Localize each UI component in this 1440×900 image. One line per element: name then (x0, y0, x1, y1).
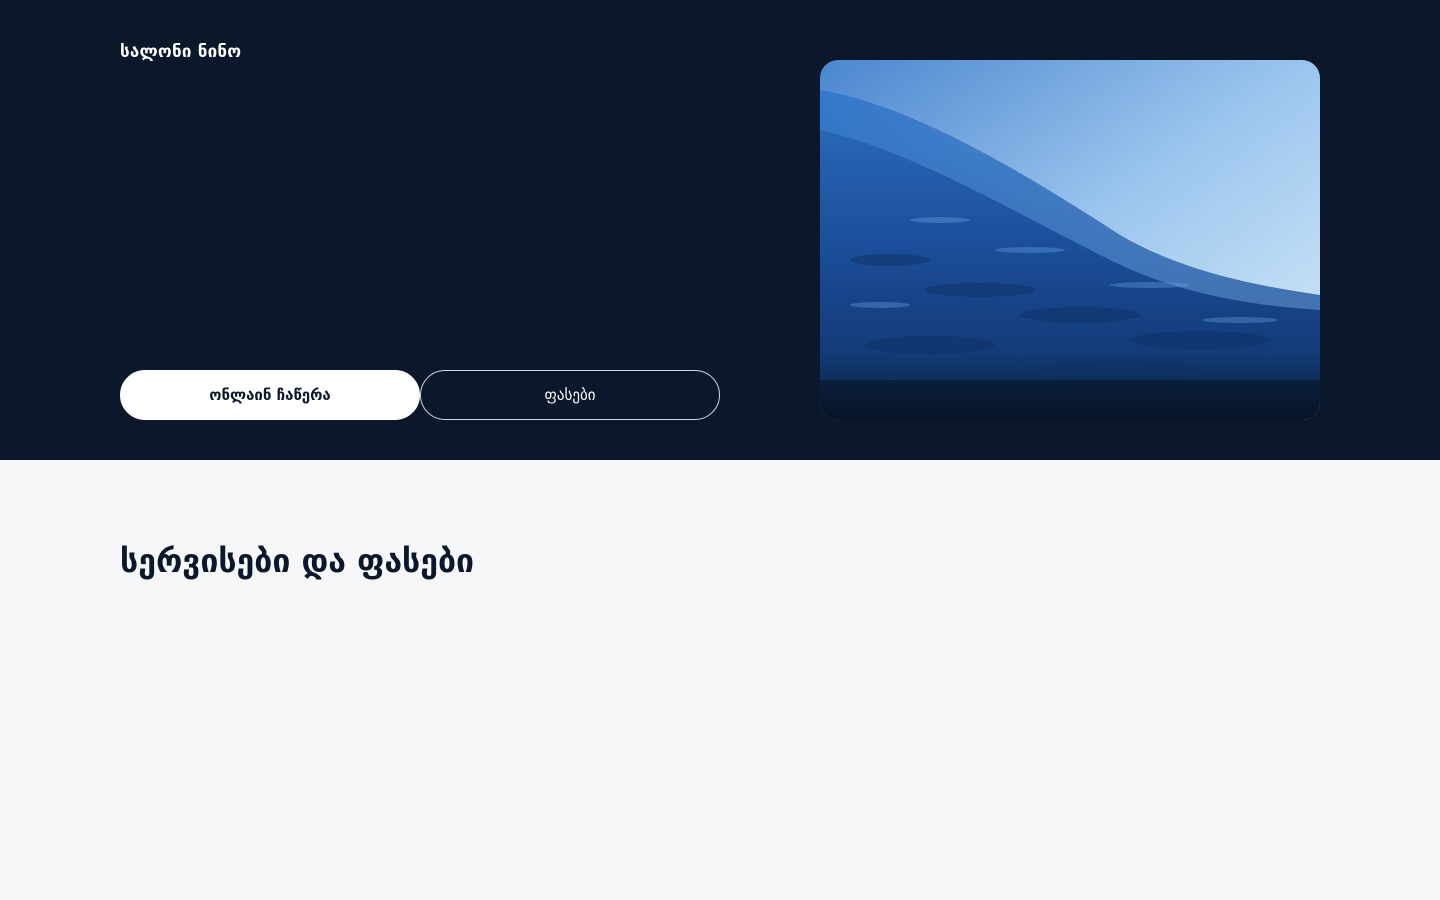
services-section: სერვისები და ფასები (0, 460, 1440, 900)
prices-button[interactable]: ფასები (420, 370, 720, 420)
hero-image-ocean-wave (820, 60, 1320, 420)
hero-section: სალონი ნინო ონლაინ ჩაწერა ფასები (0, 0, 1440, 460)
brand-logo[interactable]: სალონი ნინო (120, 42, 241, 62)
online-booking-button[interactable]: ონლაინ ჩაწერა (120, 370, 420, 420)
services-title: სერვისები და ფასები (120, 542, 475, 580)
